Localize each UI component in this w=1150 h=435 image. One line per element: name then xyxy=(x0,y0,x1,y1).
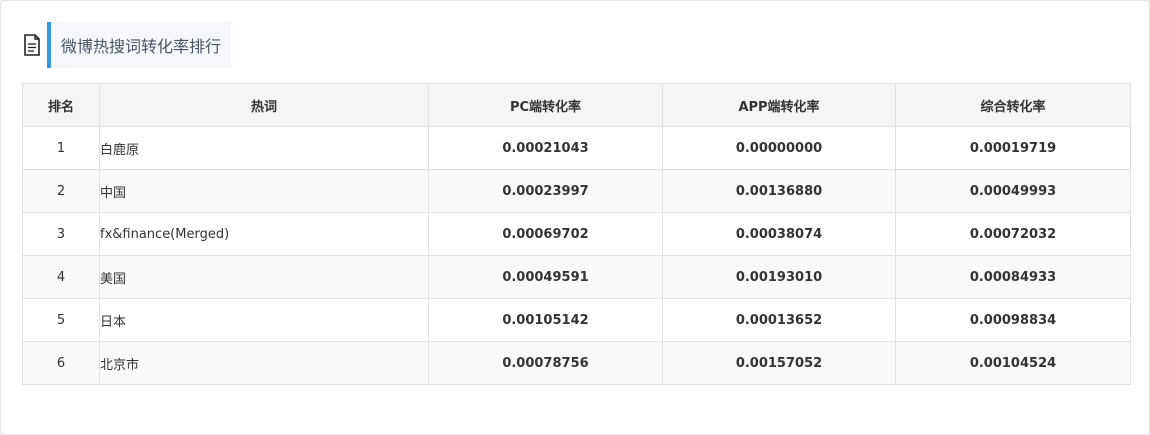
column-header-total-rate[interactable]: 综合转化率 xyxy=(895,83,1131,127)
table-row: 4 美国 0.00049591 0.00193010 0.00084933 xyxy=(22,255,1131,299)
rank-cell: 3 xyxy=(22,212,100,256)
rank-cell: 6 xyxy=(22,341,100,385)
total-rate-cell: 0.00084933 xyxy=(895,255,1131,299)
keyword-cell: 白鹿原 xyxy=(99,126,429,170)
keyword-cell: 美国 xyxy=(99,255,429,299)
rank-cell: 1 xyxy=(22,126,100,170)
table-header-row: 排名 热词 PC端转化率 APP端转化率 综合转化率 xyxy=(22,83,1131,127)
ranking-card: 微博热搜词转化率排行 排名 热词 PC端转化率 APP端转化率 综合转化率 1 … xyxy=(0,0,1150,435)
rank-cell: 2 xyxy=(22,169,100,213)
keyword-cell: 中国 xyxy=(99,169,429,213)
column-header-rank[interactable]: 排名 xyxy=(22,83,100,127)
app-rate-cell: 0.00013652 xyxy=(662,298,896,342)
pc-rate-cell: 0.00078756 xyxy=(428,341,663,385)
table-row: 3 fx&finance(Merged) 0.00069702 0.000380… xyxy=(22,212,1131,256)
app-rate-cell: 0.00038074 xyxy=(662,212,896,256)
ranking-table: 排名 热词 PC端转化率 APP端转化率 综合转化率 1 白鹿原 0.00021… xyxy=(22,83,1131,385)
column-header-app-rate[interactable]: APP端转化率 xyxy=(662,83,896,127)
pc-rate-cell: 0.00069702 xyxy=(428,212,663,256)
pc-rate-cell: 0.00023997 xyxy=(428,169,663,213)
pc-rate-cell: 0.00021043 xyxy=(428,126,663,170)
total-rate-cell: 0.00072032 xyxy=(895,212,1131,256)
table-row: 1 白鹿原 0.00021043 0.00000000 0.00019719 xyxy=(22,126,1131,170)
rank-cell: 5 xyxy=(22,298,100,342)
app-rate-cell: 0.00157052 xyxy=(662,341,896,385)
table-row: 5 日本 0.00105142 0.00013652 0.00098834 xyxy=(22,298,1131,342)
pc-rate-cell: 0.00105142 xyxy=(428,298,663,342)
pc-rate-cell: 0.00049591 xyxy=(428,255,663,299)
keyword-cell: 北京市 xyxy=(99,341,429,385)
table-row: 6 北京市 0.00078756 0.00157052 0.00104524 xyxy=(22,341,1131,385)
rank-cell: 4 xyxy=(22,255,100,299)
total-rate-cell: 0.00098834 xyxy=(895,298,1131,342)
app-rate-cell: 0.00000000 xyxy=(662,126,896,170)
section-header: 微博热搜词转化率排行 xyxy=(21,21,232,68)
column-header-keyword[interactable]: 热词 xyxy=(99,83,429,127)
keyword-cell: 日本 xyxy=(99,298,429,342)
document-icon xyxy=(21,32,43,58)
total-rate-cell: 0.00049993 xyxy=(895,169,1131,213)
app-rate-cell: 0.00136880 xyxy=(662,169,896,213)
total-rate-cell: 0.00019719 xyxy=(895,126,1131,170)
keyword-cell: fx&finance(Merged) xyxy=(99,212,429,256)
column-header-pc-rate[interactable]: PC端转化率 xyxy=(428,83,663,127)
table-row: 2 中国 0.00023997 0.00136880 0.00049993 xyxy=(22,169,1131,213)
app-rate-cell: 0.00193010 xyxy=(662,255,896,299)
total-rate-cell: 0.00104524 xyxy=(895,341,1131,385)
page-title: 微博热搜词转化率排行 xyxy=(47,21,232,68)
